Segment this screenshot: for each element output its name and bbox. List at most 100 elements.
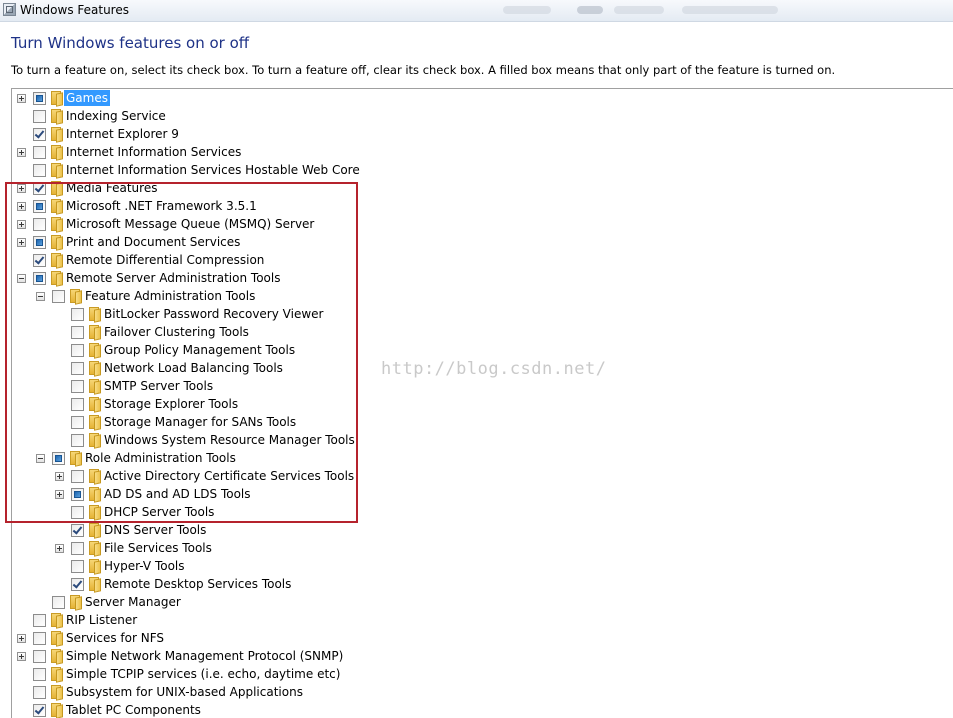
folder-icon	[86, 325, 102, 341]
folder-icon	[48, 91, 64, 107]
collapse-minus-icon[interactable]	[17, 274, 26, 283]
expand-plus-icon[interactable]	[55, 544, 64, 553]
feature-checkbox[interactable]	[71, 398, 84, 411]
tree-item-label: RIP Listener	[66, 613, 138, 627]
folder-icon	[86, 307, 102, 323]
expand-plus-icon[interactable]	[55, 472, 64, 481]
feature-checkbox[interactable]	[33, 128, 46, 141]
tree-item[interactable]: Internet Explorer 9	[12, 125, 912, 143]
feature-checkbox[interactable]	[33, 182, 46, 195]
feature-checkbox[interactable]	[33, 164, 46, 177]
folder-icon	[86, 577, 102, 593]
window-title: Windows Features	[20, 3, 129, 17]
tree-item[interactable]: Failover Clustering Tools	[12, 323, 912, 341]
expand-plus-icon[interactable]	[55, 490, 64, 499]
folder-icon	[48, 145, 64, 161]
feature-checkbox[interactable]	[33, 146, 46, 159]
feature-checkbox[interactable]	[71, 308, 84, 321]
feature-checkbox[interactable]	[71, 434, 84, 447]
feature-checkbox[interactable]	[33, 254, 46, 267]
folder-icon	[86, 397, 102, 413]
tree-item[interactable]: Microsoft .NET Framework 3.5.1	[12, 197, 912, 215]
folder-icon	[48, 235, 64, 251]
tree-item[interactable]: BitLocker Password Recovery Viewer	[12, 305, 912, 323]
tree-item[interactable]: Role Administration Tools	[12, 449, 912, 467]
tree-item[interactable]: Internet Information Services	[12, 143, 912, 161]
tree-item-label: Active Directory Certificate Services To…	[104, 469, 355, 483]
tree-item[interactable]: File Services Tools	[12, 539, 912, 557]
feature-checkbox[interactable]	[71, 380, 84, 393]
tree-item[interactable]: DHCP Server Tools	[12, 503, 912, 521]
tree-item[interactable]: DNS Server Tools	[12, 521, 912, 539]
expand-plus-icon[interactable]	[17, 220, 26, 229]
tree-item-label: Remote Desktop Services Tools	[104, 577, 292, 591]
tree-item[interactable]: Simple Network Management Protocol (SNMP…	[12, 647, 912, 665]
tree-item[interactable]: Storage Explorer Tools	[12, 395, 912, 413]
feature-checkbox[interactable]	[33, 92, 46, 105]
feature-checkbox[interactable]	[52, 596, 65, 609]
feature-checkbox[interactable]	[33, 686, 46, 699]
feature-checkbox[interactable]	[52, 290, 65, 303]
tree-item[interactable]: Remote Differential Compression	[12, 251, 912, 269]
feature-checkbox[interactable]	[33, 704, 46, 717]
tree-item[interactable]: Internet Information Services Hostable W…	[12, 161, 912, 179]
tree-item[interactable]: Media Features	[12, 179, 912, 197]
tree-item[interactable]: RIP Listener	[12, 611, 912, 629]
tree-item[interactable]: Simple TCPIP services (i.e. echo, daytim…	[12, 665, 912, 683]
tree-item[interactable]: AD DS and AD LDS Tools	[12, 485, 912, 503]
tree-item[interactable]: Print and Document Services	[12, 233, 912, 251]
feature-checkbox[interactable]	[71, 344, 84, 357]
tree-item[interactable]: Hyper-V Tools	[12, 557, 912, 575]
tree-item-label: AD DS and AD LDS Tools	[104, 487, 251, 501]
expand-plus-icon[interactable]	[17, 184, 26, 193]
tree-item[interactable]: Services for NFS	[12, 629, 912, 647]
tree-item[interactable]: Feature Administration Tools	[12, 287, 912, 305]
feature-checkbox[interactable]	[71, 542, 84, 555]
feature-checkbox[interactable]	[33, 668, 46, 681]
feature-checkbox[interactable]	[71, 506, 84, 519]
collapse-minus-icon[interactable]	[36, 454, 45, 463]
tree-item[interactable]: Games	[12, 89, 912, 107]
feature-checkbox[interactable]	[71, 326, 84, 339]
title-bar[interactable]: Windows Features	[0, 0, 953, 22]
feature-checkbox[interactable]	[71, 470, 84, 483]
expand-plus-icon[interactable]	[17, 202, 26, 211]
feature-checkbox[interactable]	[71, 362, 84, 375]
feature-checkbox[interactable]	[33, 110, 46, 123]
collapse-minus-icon[interactable]	[36, 292, 45, 301]
tree-item[interactable]: SMTP Server Tools	[12, 377, 912, 395]
folder-icon	[86, 523, 102, 539]
feature-checkbox[interactable]	[33, 632, 46, 645]
feature-checkbox[interactable]	[52, 452, 65, 465]
expand-plus-icon[interactable]	[17, 652, 26, 661]
folder-icon	[48, 649, 64, 665]
tree-item[interactable]: Tablet PC Components	[12, 701, 912, 718]
feature-checkbox[interactable]	[71, 560, 84, 573]
expand-plus-icon[interactable]	[17, 634, 26, 643]
tree-item[interactable]: Remote Desktop Services Tools	[12, 575, 912, 593]
tree-item[interactable]: Windows System Resource Manager Tools	[12, 431, 912, 449]
tree-item[interactable]: Storage Manager for SANs Tools	[12, 413, 912, 431]
tree-item[interactable]: Server Manager	[12, 593, 912, 611]
tree-item[interactable]: Group Policy Management Tools	[12, 341, 912, 359]
expand-plus-icon[interactable]	[17, 148, 26, 157]
feature-checkbox[interactable]	[71, 578, 84, 591]
tree-item[interactable]: Remote Server Administration Tools	[12, 269, 912, 287]
feature-checkbox[interactable]	[33, 218, 46, 231]
feature-checkbox[interactable]	[33, 614, 46, 627]
tree-item[interactable]: Subsystem for UNIX-based Applications	[12, 683, 912, 701]
tree-item[interactable]: Microsoft Message Queue (MSMQ) Server	[12, 215, 912, 233]
expand-plus-icon[interactable]	[17, 94, 26, 103]
feature-checkbox[interactable]	[33, 236, 46, 249]
features-tree-view[interactable]: Games Indexing Service Internet Explorer 9…	[11, 88, 953, 718]
feature-checkbox[interactable]	[71, 524, 84, 537]
feature-checkbox[interactable]	[71, 416, 84, 429]
feature-checkbox[interactable]	[33, 200, 46, 213]
feature-checkbox[interactable]	[33, 650, 46, 663]
feature-checkbox[interactable]	[71, 488, 84, 501]
feature-checkbox[interactable]	[33, 272, 46, 285]
tree-item[interactable]: Indexing Service	[12, 107, 912, 125]
tree-item[interactable]: Active Directory Certificate Services To…	[12, 467, 912, 485]
folder-icon	[86, 487, 102, 503]
expand-plus-icon[interactable]	[17, 238, 26, 247]
